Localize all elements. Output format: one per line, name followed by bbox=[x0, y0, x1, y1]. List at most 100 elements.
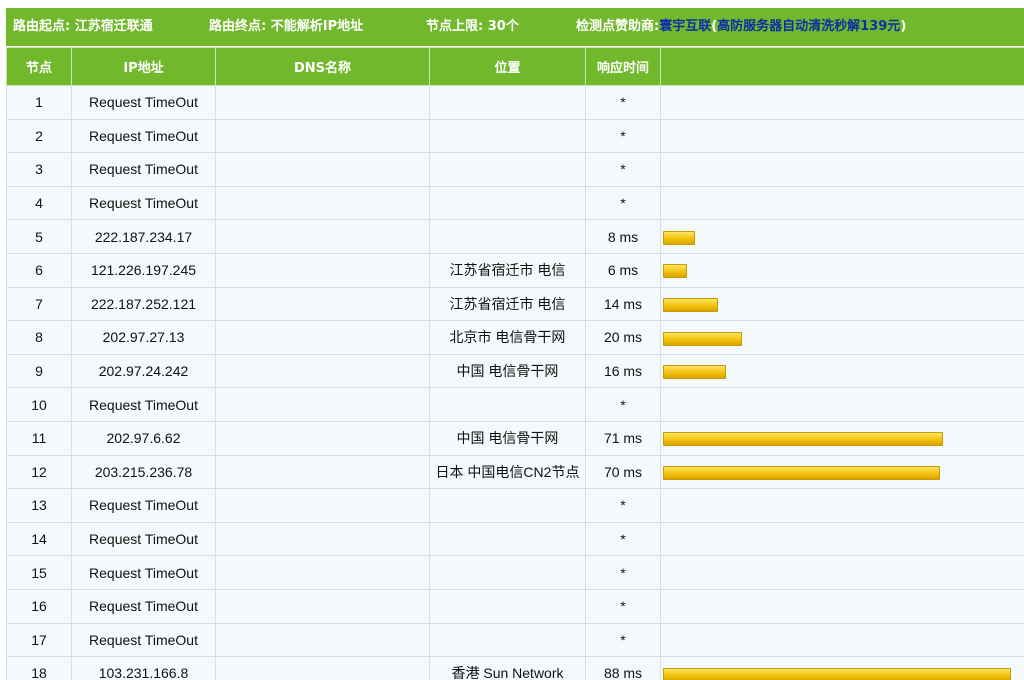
location-cell: 中国 电信骨干网 bbox=[429, 353, 586, 389]
ip-cell: Request TimeOut bbox=[71, 152, 216, 187]
response-time-cell: * bbox=[585, 588, 661, 624]
location-cell: 江苏省宿迁市 电信 bbox=[429, 252, 586, 288]
table-row: 7 222.187.252.121 江苏省宿迁市 电信 14 ms bbox=[6, 286, 1024, 322]
ip-cell: 202.97.6.62 bbox=[71, 420, 216, 456]
ip-cell: 203.215.236.78 bbox=[71, 454, 216, 490]
dns-cell bbox=[215, 353, 430, 389]
table-row: 12 203.215.236.78 日本 中国电信CN2节点 70 ms bbox=[6, 454, 1024, 490]
latency-bar-cell bbox=[660, 320, 1024, 355]
table-row: 6 121.226.197.245 江苏省宿迁市 电信 6 ms bbox=[6, 252, 1024, 288]
latency-bar bbox=[663, 264, 687, 279]
latency-bar bbox=[663, 667, 1011, 680]
node-cell: 4 bbox=[6, 185, 72, 221]
latency-bar bbox=[663, 331, 742, 346]
response-time-cell: * bbox=[585, 387, 661, 422]
location-cell bbox=[429, 521, 586, 557]
response-time-cell: 70 ms bbox=[585, 454, 661, 490]
dns-cell bbox=[215, 622, 430, 658]
response-time-cell: 6 ms bbox=[585, 252, 661, 288]
node-cell: 17 bbox=[6, 622, 72, 658]
route-end-value: 不能解析IP地址 bbox=[270, 19, 364, 34]
node-cell: 18 bbox=[6, 656, 72, 680]
node-limit-value: 30个 bbox=[487, 19, 519, 34]
table-row: 9 202.97.24.242 中国 电信骨干网 16 ms bbox=[6, 353, 1024, 389]
dns-cell bbox=[215, 152, 430, 187]
route-start-label: 路由起点: bbox=[13, 19, 71, 34]
column-header-location: 位置 bbox=[429, 47, 586, 86]
node-cell: 15 bbox=[6, 555, 72, 590]
table-row: 1 Request TimeOut * bbox=[6, 85, 1024, 120]
table-row: 18 103.231.166.8 香港 Sun Network 88 ms bbox=[6, 656, 1024, 680]
column-header-dns: DNS名称 bbox=[215, 47, 430, 86]
location-cell bbox=[429, 387, 586, 422]
node-cell: 12 bbox=[6, 454, 72, 490]
response-time-cell: * bbox=[585, 185, 661, 221]
location-cell bbox=[429, 152, 586, 187]
sponsor-paren-close: ) bbox=[900, 19, 907, 34]
dns-cell bbox=[215, 488, 430, 523]
node-cell: 10 bbox=[6, 387, 72, 422]
dns-cell bbox=[215, 219, 430, 254]
node-cell: 11 bbox=[6, 420, 72, 456]
sponsor-link[interactable]: 寰宇互联 bbox=[659, 19, 711, 34]
latency-bar bbox=[663, 298, 718, 312]
latency-bar-cell bbox=[660, 488, 1024, 523]
ip-cell: 222.187.234.17 bbox=[71, 219, 216, 254]
location-cell bbox=[429, 622, 586, 658]
latency-bar-cell bbox=[660, 85, 1024, 120]
table-row: 11 202.97.6.62 中国 电信骨干网 71 ms bbox=[6, 420, 1024, 456]
ip-cell: Request TimeOut bbox=[71, 118, 216, 154]
dns-cell bbox=[215, 252, 430, 288]
table-row: 15 Request TimeOut * bbox=[6, 555, 1024, 590]
ip-cell: Request TimeOut bbox=[71, 555, 216, 590]
sponsor-label: 检测点赞助商: bbox=[576, 19, 660, 34]
latency-bar-cell bbox=[660, 152, 1024, 187]
response-time-cell: 16 ms bbox=[585, 353, 661, 389]
location-cell bbox=[429, 118, 586, 154]
response-time-cell: * bbox=[585, 118, 661, 154]
location-cell: 中国 电信骨干网 bbox=[429, 420, 586, 456]
response-time-cell: 71 ms bbox=[585, 420, 661, 456]
response-time-cell: 88 ms bbox=[585, 656, 661, 680]
latency-bar-cell bbox=[660, 555, 1024, 590]
latency-bar-cell bbox=[660, 387, 1024, 422]
table-row: 4 Request TimeOut * bbox=[6, 185, 1024, 221]
latency-bar-cell bbox=[660, 286, 1024, 322]
column-header-response-time: 响应时间 bbox=[585, 47, 661, 86]
dns-cell bbox=[215, 656, 430, 680]
sponsor: 检测点赞助商:寰宇互联(高防服务器自动清洗秒解139元) bbox=[576, 8, 906, 46]
table-row: 17 Request TimeOut * bbox=[6, 622, 1024, 658]
table-row: 2 Request TimeOut * bbox=[6, 118, 1024, 154]
route-start: 路由起点: 江苏宿迁联通 bbox=[13, 8, 153, 46]
node-cell: 13 bbox=[6, 488, 72, 523]
response-time-cell: * bbox=[585, 521, 661, 557]
location-cell bbox=[429, 85, 586, 120]
response-time-cell: 8 ms bbox=[585, 219, 661, 254]
location-cell bbox=[429, 219, 586, 254]
ip-cell: Request TimeOut bbox=[71, 387, 216, 422]
ip-cell: Request TimeOut bbox=[71, 488, 216, 523]
table-row: 10 Request TimeOut * bbox=[6, 387, 1024, 422]
location-cell: 北京市 电信骨干网 bbox=[429, 320, 586, 355]
response-time-cell: * bbox=[585, 85, 661, 120]
ip-cell: Request TimeOut bbox=[71, 85, 216, 120]
node-limit: 节点上限: 30个 bbox=[426, 8, 519, 46]
location-cell: 日本 中国电信CN2节点 bbox=[429, 454, 586, 490]
node-cell: 16 bbox=[6, 588, 72, 624]
sponsor-ad-link[interactable]: 高防服务器自动清洗秒解139元 bbox=[717, 19, 900, 34]
latency-bar-cell bbox=[660, 252, 1024, 288]
ip-cell: Request TimeOut bbox=[71, 622, 216, 658]
table-row: 16 Request TimeOut * bbox=[6, 588, 1024, 624]
ip-cell: 121.226.197.245 bbox=[71, 252, 216, 288]
ip-cell: 202.97.24.242 bbox=[71, 353, 216, 389]
ip-cell: 222.187.252.121 bbox=[71, 286, 216, 322]
table-row: 8 202.97.27.13 北京市 电信骨干网 20 ms bbox=[6, 320, 1024, 355]
latency-bar bbox=[663, 230, 695, 245]
ip-cell: Request TimeOut bbox=[71, 521, 216, 557]
node-limit-label: 节点上限: bbox=[426, 19, 484, 34]
location-cell: 香港 Sun Network bbox=[429, 656, 586, 680]
ip-cell: Request TimeOut bbox=[71, 588, 216, 624]
location-cell: 江苏省宿迁市 电信 bbox=[429, 286, 586, 322]
route-end: 路由终点: 不能解析IP地址 bbox=[209, 8, 363, 46]
response-time-cell: * bbox=[585, 555, 661, 590]
